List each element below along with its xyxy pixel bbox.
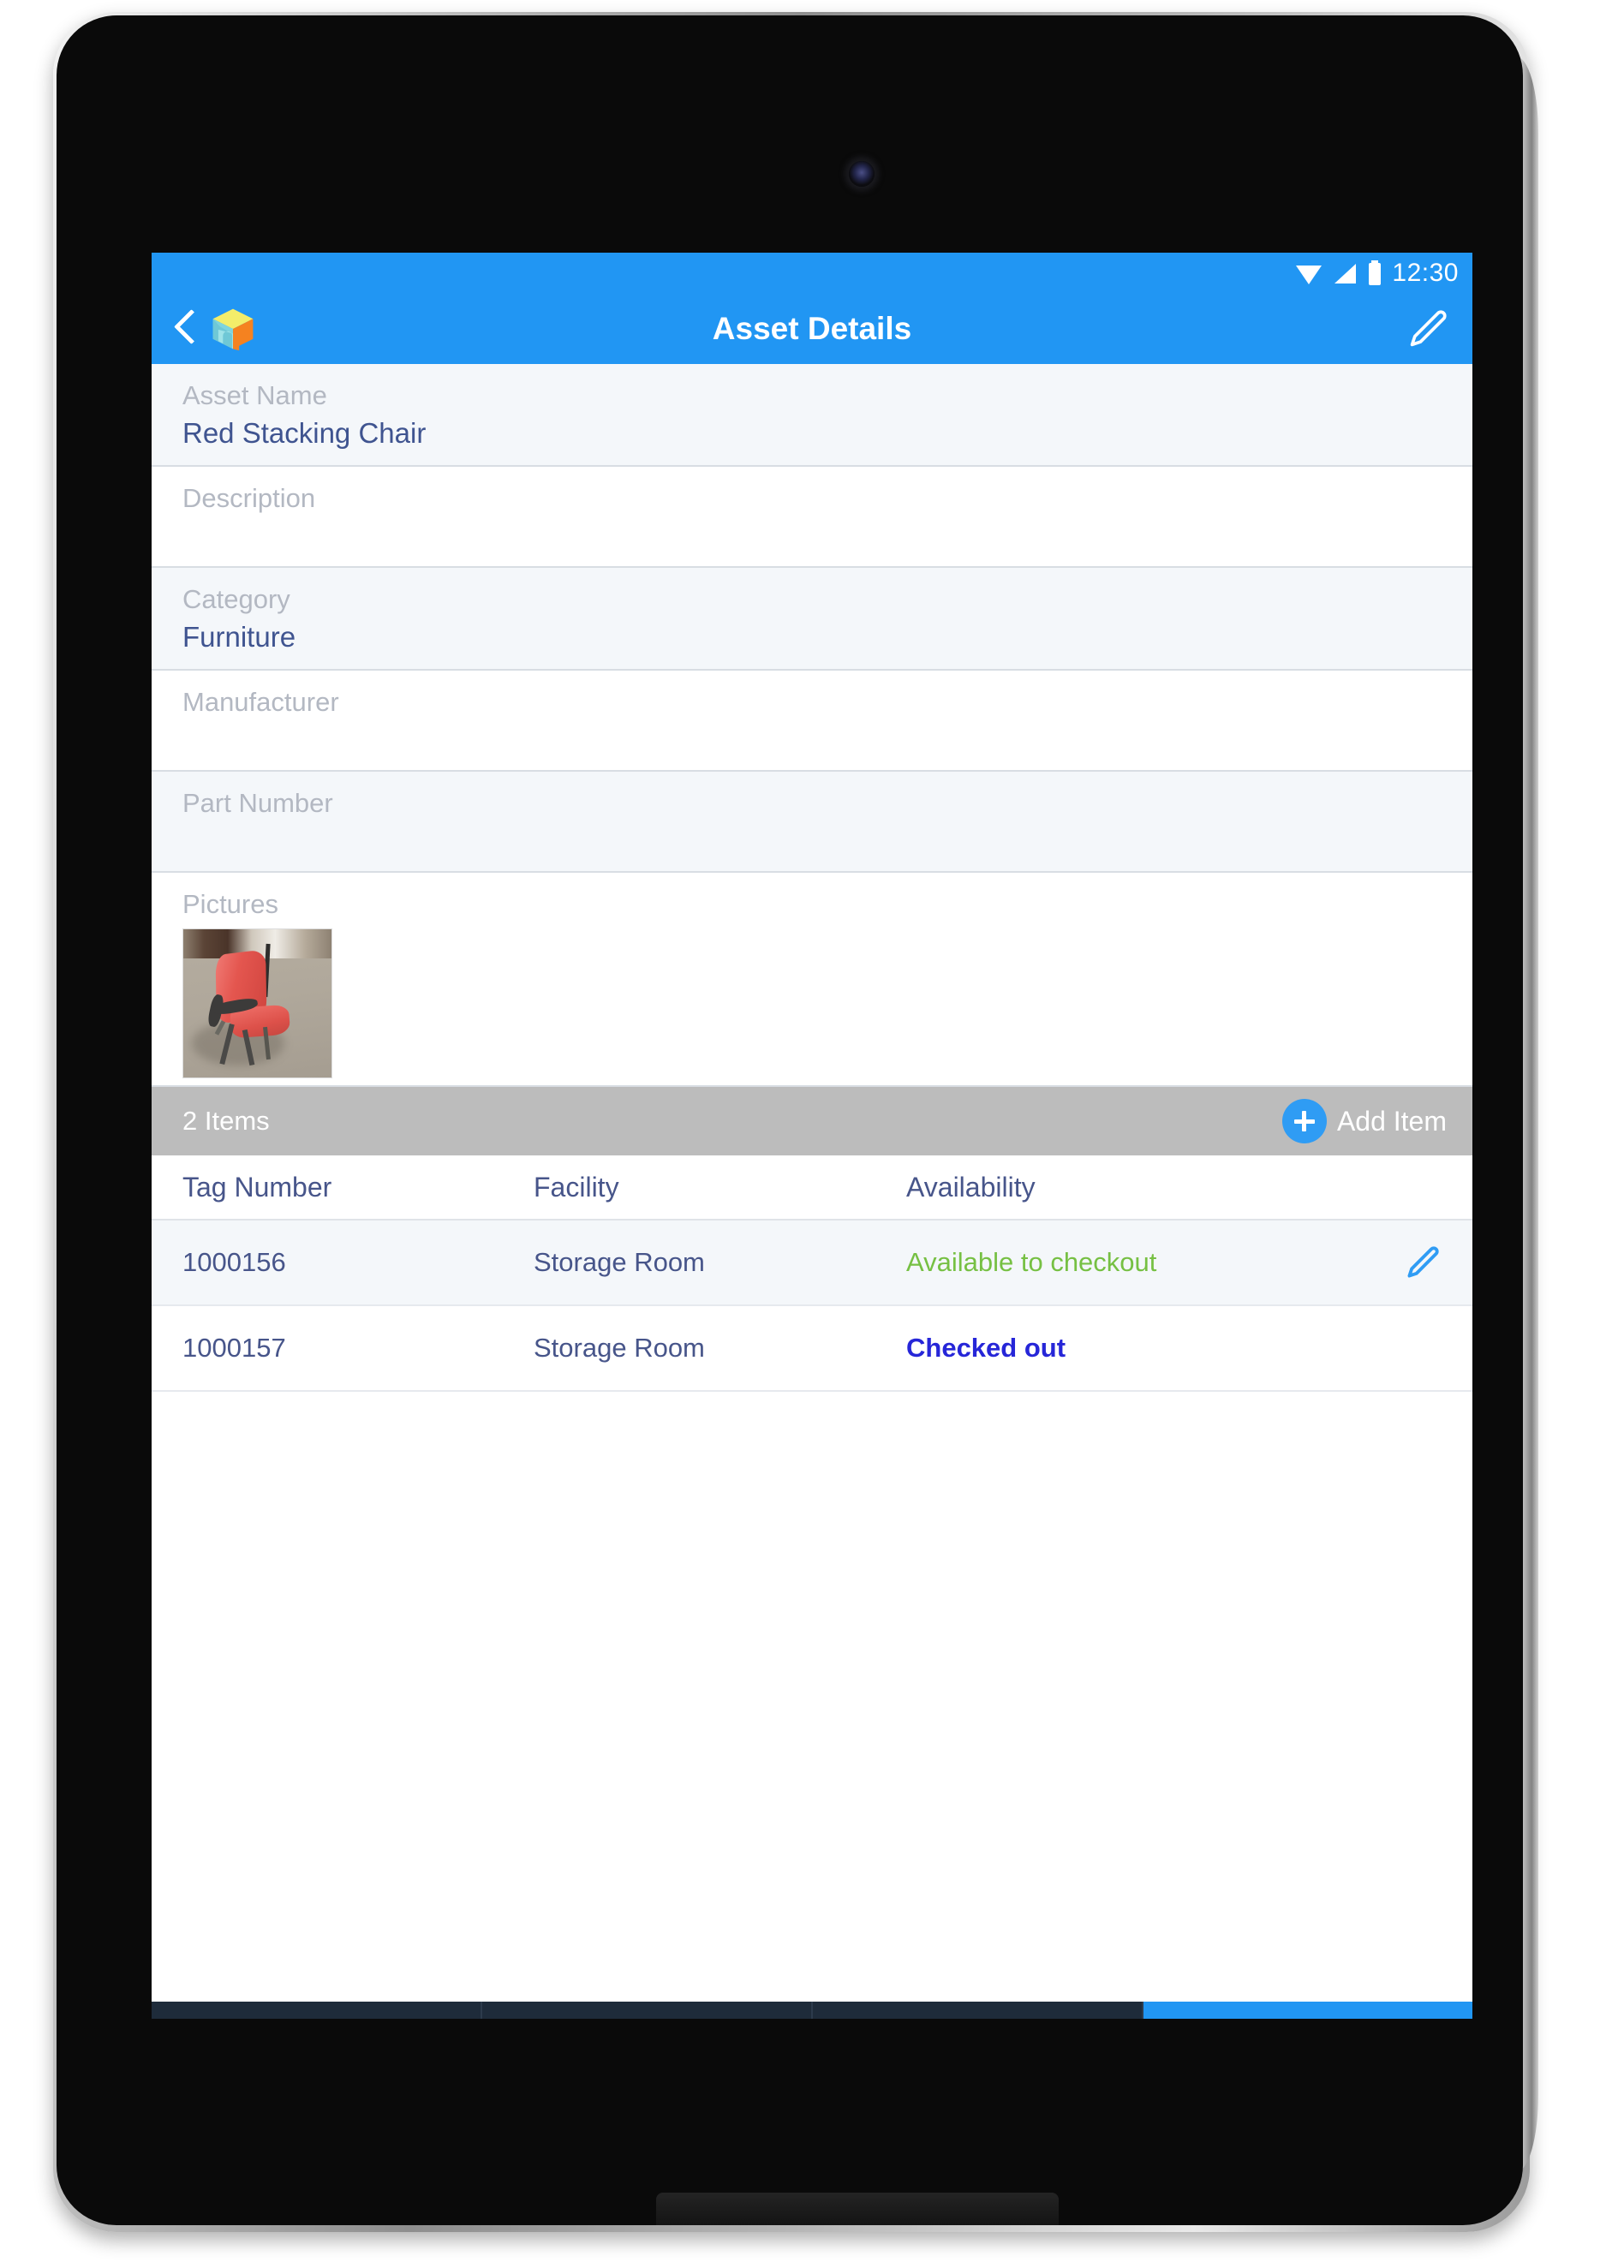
field-value: Furniture [182, 620, 296, 653]
items-summary-bar: 2 Items Add Item [152, 1087, 1472, 1155]
back-chevron-icon[interactable] [174, 309, 196, 349]
plus-circle-icon [1281, 1099, 1327, 1143]
battery-icon [1369, 260, 1382, 285]
items-table-header: Tag Number Facility Availability [152, 1155, 1472, 1221]
wifi-icon [1296, 266, 1322, 284]
cell-tag-number: 1000157 [182, 1333, 286, 1363]
cell-availability: Checked out [906, 1333, 1066, 1363]
cell-facility: Storage Room [534, 1247, 705, 1277]
column-header-tag-number: Tag Number [182, 1171, 332, 1203]
asset-photo-thumbnail[interactable] [182, 928, 332, 1078]
field-label: Description [182, 483, 316, 513]
column-header-facility: Facility [534, 1171, 619, 1203]
pictures-label: Pictures [182, 889, 278, 919]
bottom-action-bar: Check Asset Out Check Asset In [152, 2002, 1472, 2019]
front-camera [849, 161, 875, 187]
cell-availability: Available to checkout [906, 1247, 1157, 1277]
add-item-label: Add Item [1336, 1105, 1447, 1137]
cell-facility: Storage Room [534, 1333, 705, 1363]
status-bar-clock: 12:30 [1392, 259, 1459, 287]
tab-check-asset-in[interactable]: Check Asset In [482, 2002, 813, 2019]
edit-pencil-icon[interactable] [1406, 307, 1450, 351]
table-row[interactable]: 1000156 Storage Room Available to checko… [152, 1221, 1472, 1306]
field-value: Red Stacking Chair [182, 416, 427, 449]
items-count-label: 2 Items [182, 1106, 270, 1136]
tablet-bottom-tab [656, 2193, 1059, 2225]
tab-search-assets[interactable]: Search Assets [813, 2002, 1143, 2019]
tab-more[interactable]: More [1143, 2002, 1472, 2019]
field-label: Part Number [182, 788, 333, 818]
cell-tag-number: 1000156 [182, 1247, 286, 1277]
app-screen: 12:30 Asset Details Asset Name Red Stack… [152, 253, 1472, 2019]
field-asset-name[interactable]: Asset Name Red Stacking Chair [152, 364, 1472, 467]
table-row[interactable]: 1000157 Storage Room Checked out [152, 1306, 1472, 1392]
row-actions[interactable] [1359, 1244, 1442, 1281]
screenshot-stage: 12:30 Asset Details Asset Name Red Stack… [0, 0, 1624, 2268]
edit-pencil-icon[interactable] [1404, 1244, 1442, 1281]
field-label: Asset Name [182, 380, 327, 410]
pictures-section: Pictures [152, 873, 1472, 1087]
field-label: Category [182, 584, 290, 614]
field-category[interactable]: Category Furniture [152, 568, 1472, 671]
page-title: Asset Details [712, 311, 912, 346]
cell-signal-icon [1334, 264, 1357, 284]
items-list-empty-area [152, 1392, 1472, 2002]
column-header-availability: Availability [906, 1171, 1036, 1203]
field-part-number[interactable]: Part Number [152, 772, 1472, 873]
tab-check-asset-out[interactable]: Check Asset Out [152, 2002, 482, 2019]
field-label: Manufacturer [182, 687, 339, 717]
field-description[interactable]: Description [152, 467, 1472, 568]
navigation-bar: Asset Details [152, 294, 1472, 364]
field-manufacturer[interactable]: Manufacturer [152, 671, 1472, 772]
status-bar: 12:30 [152, 253, 1472, 294]
add-item-button[interactable]: Add Item [1281, 1099, 1447, 1143]
app-cube-logo-icon[interactable] [210, 306, 256, 352]
